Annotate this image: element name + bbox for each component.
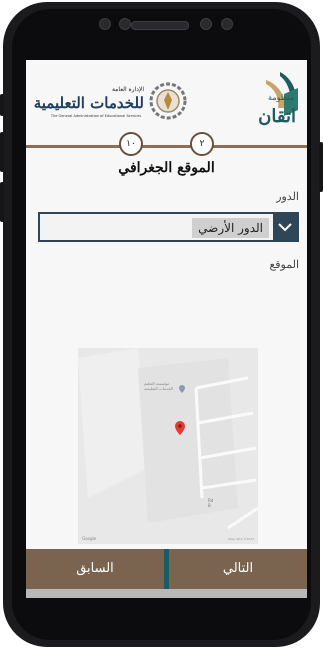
step-current: ٢ [190, 132, 214, 156]
map-road-label: Rd B [208, 498, 213, 508]
google-logo: Google [82, 536, 97, 541]
footer-nav: السابق التالي [26, 549, 307, 589]
location-label: الموقع [269, 258, 299, 271]
volume-button [0, 94, 4, 116]
itqan-logo: منظومة اتقان [258, 72, 298, 127]
chevron-down-icon[interactable] [273, 214, 297, 240]
itqan-small-text: منظومة [268, 93, 294, 102]
map-poi-line2: الخدمات التعليمية [144, 386, 174, 391]
app-screen: منظومة اتقان الإدارة العامة للخدمات التع… [26, 60, 307, 598]
itqan-name-text: اتقان [258, 106, 296, 127]
earpiece-speaker [131, 21, 189, 30]
step-total: ١٠ [119, 132, 143, 156]
next-button[interactable]: التالي [169, 549, 307, 589]
sensor-dot-icon [99, 18, 111, 30]
map-road-line2: B [208, 503, 211, 508]
app-header: منظومة اتقان الإدارة العامة للخدمات التع… [26, 60, 307, 136]
map-background [78, 348, 258, 544]
floor-select-value: الدور الأرضي [192, 218, 269, 238]
previous-button[interactable]: السابق [26, 549, 164, 589]
map-data-attribution: Map data ©2023 [228, 537, 254, 541]
gaes-main-text: للخدمات التعليمية [34, 94, 144, 112]
location-map[interactable]: مؤسسة التعليم الخدمات التعليمية Rd B Goo… [78, 348, 258, 544]
stepper-track [26, 145, 307, 148]
floor-select[interactable]: الدور الأرضي [38, 212, 299, 242]
progress-stepper [26, 142, 307, 150]
map-poi-label: مؤسسة التعليم الخدمات التعليمية [144, 381, 173, 391]
power-button [319, 142, 323, 192]
volume-down-button [0, 182, 4, 222]
camera-icon [119, 18, 131, 30]
gaes-english-text: The General Administration of Educationa… [50, 114, 141, 118]
page-title: الموقع الجغرافي [118, 160, 215, 176]
floor-label: الدور [276, 190, 299, 203]
gaes-logo: الإدارة العامة للخدمات التعليمية The Gen… [34, 82, 187, 120]
bottom-strip [26, 589, 307, 598]
gaes-top-text: الإدارة العامة [112, 86, 144, 93]
proximity-sensor-icon [221, 18, 233, 30]
front-camera-icon [200, 18, 212, 30]
phone-frame: منظومة اتقان الإدارة العامة للخدمات التع… [0, 2, 323, 647]
volume-up-button [0, 132, 4, 172]
